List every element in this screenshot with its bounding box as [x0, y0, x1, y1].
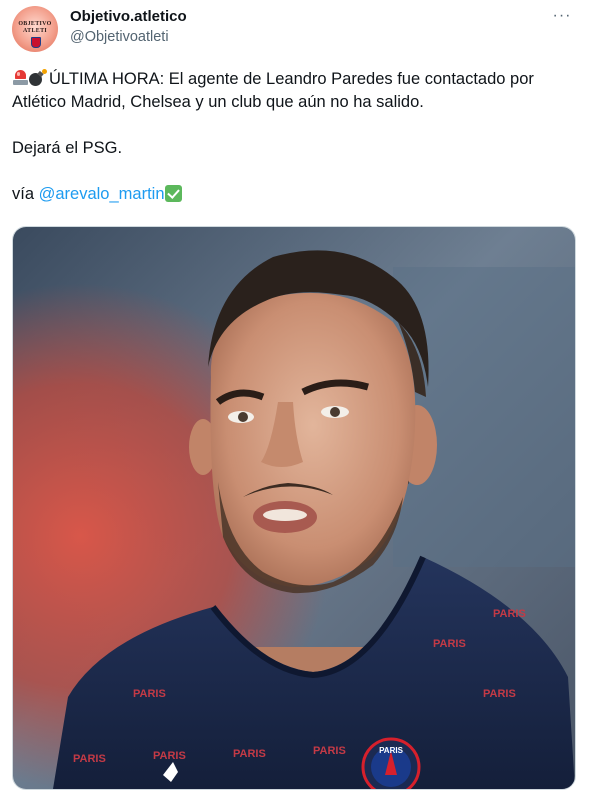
shirt-pattern-text: PARIS: [153, 750, 186, 762]
bomb-icon: [29, 69, 48, 86]
shirt-pattern-text: PARIS: [133, 688, 166, 700]
tweet-spacer: [12, 114, 578, 137]
player-photo: PARIS PARIS PARIS PARIS PARIS PARIS PARI…: [13, 227, 575, 789]
author-display-name[interactable]: Objetivo.atletico: [70, 8, 187, 25]
shirt-pattern-text: PARIS: [493, 608, 526, 620]
badge-text: PARIS: [379, 746, 404, 755]
psg-badge-icon: PARIS: [361, 737, 421, 789]
tweet-line-1: ÚLTIMA HORA: El agente de Leandro Parede…: [12, 68, 578, 91]
tweet-card: OBJETIVO ATLETI Objetivo.atletico @Objet…: [0, 0, 590, 799]
tweet-line-2: Atlético Madrid, Chelsea y un club que a…: [12, 93, 424, 111]
shirt-pattern-text: PARIS: [73, 753, 106, 765]
tweet-header: OBJETIVO ATLETI Objetivo.atletico @Objet…: [12, 6, 578, 54]
more-options-icon[interactable]: ···: [548, 8, 576, 30]
rotating-light-icon: [12, 69, 29, 86]
tweet-line-3: Dejará el PSG.: [12, 139, 123, 157]
tweet-via-line: vía @arevalo_martin: [12, 183, 578, 206]
shirt-pattern-text: PARIS: [483, 688, 516, 700]
shirt-pattern-text: PARIS: [433, 638, 466, 650]
tweet-spacer: [12, 160, 578, 183]
shirt-pattern-text: PARIS: [233, 748, 266, 760]
mention-link[interactable]: @arevalo_martin: [39, 185, 165, 203]
tweet-text: ÚLTIMA HORA: El agente de Leandro Parede…: [12, 68, 578, 206]
check-mark-icon: [164, 185, 182, 202]
club-crest-icon: [31, 37, 41, 48]
avatar[interactable]: OBJETIVO ATLETI: [12, 6, 58, 52]
tweet-media-image[interactable]: PARIS PARIS PARIS PARIS PARIS PARIS PARI…: [12, 226, 576, 790]
avatar-text-line2: ATLETI: [22, 28, 48, 34]
avatar-text-line1: OBJETIVO: [18, 21, 52, 27]
via-prefix: vía: [12, 185, 39, 203]
shirt-pattern-text: PARIS: [313, 745, 346, 757]
author-handle[interactable]: @Objetivoatleti: [70, 29, 169, 45]
tweet-headline: ÚLTIMA HORA: El agente de Leandro Parede…: [49, 70, 534, 88]
